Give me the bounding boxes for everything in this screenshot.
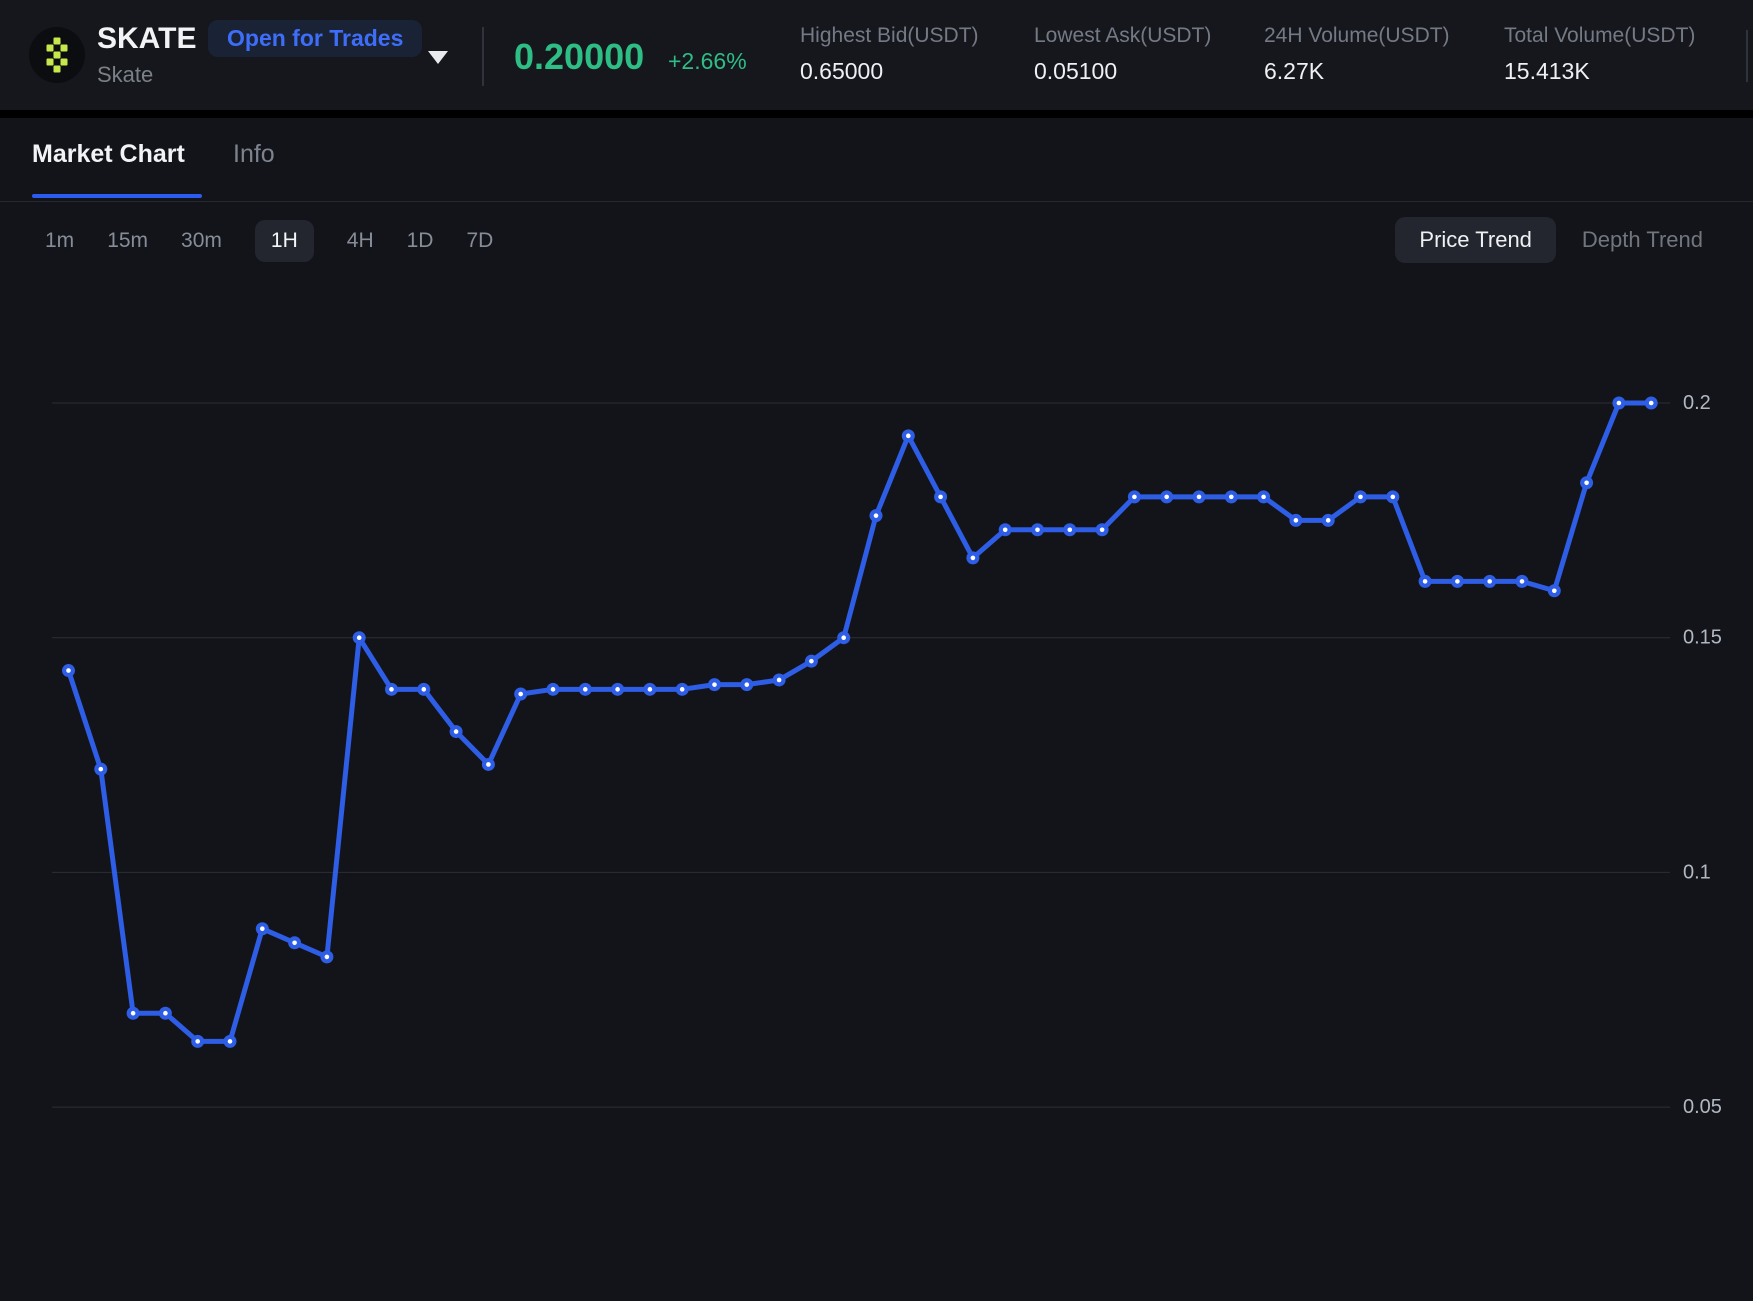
data-point-center-20	[712, 682, 717, 687]
data-point-center-40	[1358, 495, 1363, 500]
data-point-center-39	[1326, 518, 1331, 523]
data-point-center-41	[1391, 495, 1396, 500]
data-point-center-17	[615, 687, 620, 692]
data-point-center-0	[66, 668, 71, 673]
ytick-label-0.15: 0.15	[1683, 627, 1722, 649]
data-point-center-49	[1649, 401, 1654, 406]
data-point-center-43	[1455, 579, 1460, 584]
data-point-center-34	[1164, 495, 1169, 500]
data-point-center-31	[1068, 527, 1073, 532]
data-point-center-1	[99, 767, 104, 772]
data-point-center-19	[680, 687, 685, 692]
data-point-center-2	[131, 1011, 136, 1016]
data-point-center-7	[292, 941, 297, 946]
data-point-center-18	[648, 687, 653, 692]
data-point-center-48	[1617, 401, 1622, 406]
data-point-center-23	[809, 659, 814, 664]
data-point-center-10	[389, 687, 394, 692]
data-point-center-14	[518, 692, 523, 697]
data-point-center-9	[357, 635, 362, 640]
data-point-center-24	[841, 635, 846, 640]
data-point-center-6	[260, 926, 265, 931]
data-point-center-46	[1552, 588, 1557, 593]
ytick-label-0.05: 0.05	[1683, 1096, 1722, 1118]
data-point-center-8	[325, 955, 330, 960]
data-point-center-22	[777, 678, 782, 683]
data-point-center-29	[1003, 527, 1008, 532]
trading-app: SKATE Open for Trades Skate 0.20000 +2.6…	[0, 0, 1753, 1301]
data-point-center-45	[1520, 579, 1525, 584]
data-point-center-27	[938, 495, 943, 500]
data-point-center-5	[228, 1039, 233, 1044]
data-point-center-4	[195, 1039, 200, 1044]
data-point-center-3	[163, 1011, 168, 1016]
data-point-center-16	[583, 687, 588, 692]
data-point-center-38	[1294, 518, 1299, 523]
data-point-center-21	[745, 682, 750, 687]
data-point-center-47	[1584, 480, 1589, 485]
data-point-center-32	[1100, 527, 1105, 532]
price-line	[69, 403, 1652, 1041]
ytick-label-0.1: 0.1	[1683, 861, 1711, 883]
ytick-label-0.2: 0.2	[1683, 392, 1711, 414]
data-point-center-15	[551, 687, 556, 692]
data-point-center-36	[1229, 495, 1234, 500]
price-line-chart[interactable]: 0.2 0.15 0.1 0.05	[0, 0, 1753, 1301]
data-point-center-44	[1487, 579, 1492, 584]
data-point-center-37	[1261, 495, 1266, 500]
data-point-center-42	[1423, 579, 1428, 584]
data-point-center-35	[1197, 495, 1202, 500]
data-point-center-25	[874, 513, 879, 518]
data-point-center-33	[1132, 495, 1137, 500]
data-point-center-26	[906, 434, 911, 439]
data-point-center-13	[486, 762, 491, 767]
data-point-center-28	[971, 556, 976, 561]
data-point-center-12	[454, 729, 459, 734]
data-point-center-30	[1035, 527, 1040, 532]
data-point-center-11	[422, 687, 427, 692]
